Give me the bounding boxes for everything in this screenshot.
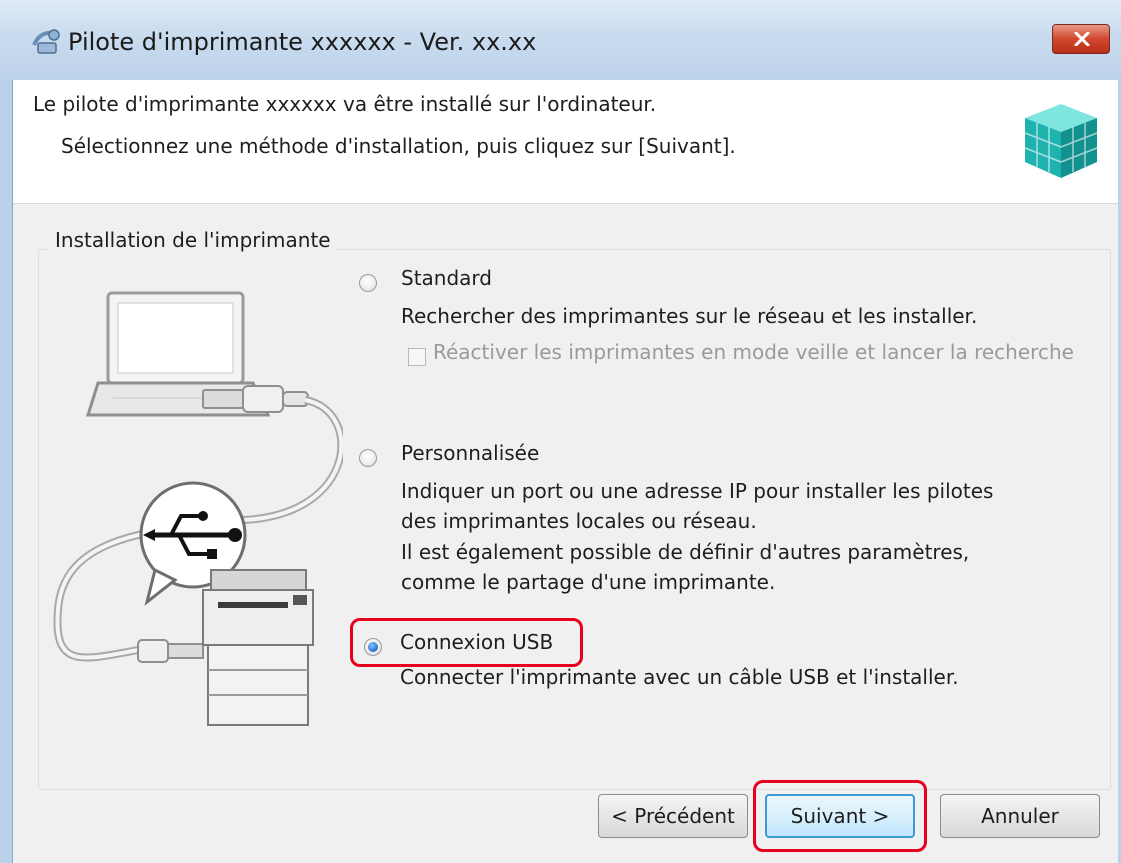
printer-driver-app-icon: [32, 29, 60, 54]
usb-plug-top-icon: [202, 385, 309, 413]
usb-plug-bottom-icon: [137, 639, 204, 663]
cancel-button[interactable]: Annuler: [940, 794, 1100, 838]
custom-description-line: des imprimantes locales ou réseau.: [401, 509, 757, 533]
standard-description: Rechercher des imprimantes sur le réseau…: [401, 304, 978, 328]
custom-description-line: Il est également possible de définir d'a…: [401, 540, 970, 564]
header-line-1: Le pilote d'imprimante xxxxxx va être in…: [33, 92, 657, 116]
custom-radio[interactable]: [359, 449, 377, 467]
standard-radio[interactable]: [359, 274, 377, 292]
custom-description-line: Indiquer un port ou une adresse IP pour …: [401, 479, 994, 503]
custom-label[interactable]: Personnalisée: [401, 441, 539, 465]
printer-icon: [202, 569, 314, 726]
usb-connection-description: Connecter l'imprimante avec un câble USB…: [400, 665, 959, 689]
standard-label[interactable]: Standard: [401, 266, 492, 290]
header-panel: Le pilote d'imprimante xxxxxx va être in…: [13, 80, 1118, 204]
title-bar[interactable]: Pilote d'imprimante xxxxxx - Ver. xx.xx: [0, 0, 1121, 80]
reactivate-printers-label[interactable]: Réactiver les imprimantes en mode veille…: [433, 340, 1074, 364]
usb-connection-illustration: [53, 291, 343, 726]
installer-window: Pilote d'imprimante xxxxxx - Ver. xx.xx …: [0, 0, 1121, 863]
group-title: Installation de l'imprimante: [49, 228, 337, 252]
close-button[interactable]: [1052, 24, 1110, 54]
reactivate-printers-checkbox[interactable]: [408, 348, 426, 366]
close-icon: [1074, 32, 1090, 46]
window-title: Pilote d'imprimante xxxxxx - Ver. xx.xx: [68, 28, 537, 56]
custom-description-line: comme le partage d'une imprimante.: [401, 570, 776, 594]
dialog-body: Le pilote d'imprimante xxxxxx va être in…: [12, 80, 1118, 863]
back-button[interactable]: < Précédent: [598, 794, 748, 838]
installer-cube-icon: [1024, 104, 1098, 178]
usb-option-highlight: [350, 618, 583, 667]
header-instructions: Sélectionnez une méthode d'installation,…: [61, 134, 736, 158]
next-button-highlight: [753, 780, 927, 852]
